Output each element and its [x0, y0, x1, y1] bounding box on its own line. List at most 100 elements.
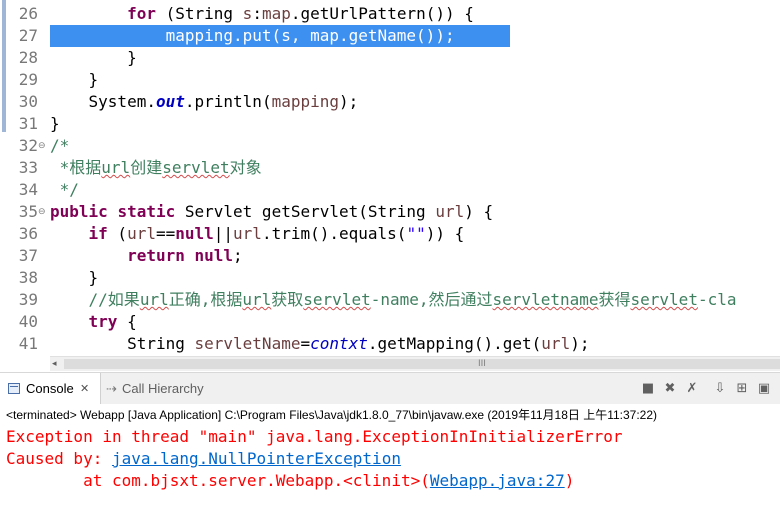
console-line: at com.bjsxt.server.Webapp.<clinit>(Weba… [6, 470, 574, 492]
code-token: null [194, 246, 234, 265]
code-text: System.out.println(mapping); [50, 91, 359, 113]
code-token: .println( [184, 92, 272, 111]
stack-frame-suffix: ) [564, 471, 575, 490]
code-line[interactable]: 36 if (url==null||url.trim().equals(""))… [0, 223, 780, 245]
pin-icon[interactable]: ⊞ [734, 381, 750, 397]
code-token: url [127, 224, 156, 243]
code-token: try [88, 312, 118, 331]
console-line: Caused by: java.lang.NullPointerExceptio… [6, 448, 401, 470]
code-line[interactable]: 34 */ [0, 179, 780, 201]
code-text: for (String s:map.getUrlPattern()) { [50, 3, 474, 25]
code-line[interactable]: 30 System.out.println(mapping); [0, 91, 780, 113]
code-token: ( [107, 224, 128, 243]
code-token: == [155, 224, 176, 243]
code-token: } [50, 70, 99, 89]
exception-link[interactable]: java.lang.NullPointerException [112, 449, 401, 468]
tab-console[interactable]: Console ✕ [0, 373, 101, 405]
line-number: 35 [18, 202, 38, 221]
tab-call-hierarchy-label: Call Hierarchy [122, 381, 204, 396]
code-token: contxt [310, 334, 368, 353]
code-token: mapping.put(s, map.getName()); [50, 26, 455, 45]
code-line[interactable]: 38 } [0, 267, 780, 289]
code-token: } [50, 48, 137, 67]
code-token: -cla [697, 290, 737, 309]
code-line[interactable]: 29 } [0, 69, 780, 91]
open-console-icon[interactable]: ▣ [756, 381, 772, 397]
code-token: servletname [492, 290, 599, 309]
scroll-lock-icon[interactable]: ⇩ [712, 381, 728, 397]
code-line[interactable]: 32 ⊖ /* [0, 135, 780, 157]
code-token: || [213, 224, 234, 243]
code-text: } [50, 113, 60, 135]
code-line[interactable]: 41 String servletName=contxt.getMapping(… [0, 333, 780, 355]
scroll-thumb[interactable] [64, 359, 780, 369]
code-token: s [242, 4, 253, 23]
line-number: 27 [18, 26, 38, 45]
code-text: try { [50, 311, 137, 333]
code-text: } [50, 47, 137, 69]
code-token: : [252, 4, 262, 23]
caused-by-label: Caused by: [6, 449, 112, 468]
line-number: 36 [18, 224, 38, 243]
line-number: 26 [18, 4, 38, 23]
code-token: .getUrlPattern()) { [290, 4, 474, 23]
remove-all-icon[interactable]: ✗ [684, 381, 700, 397]
code-text: mapping.put(s, map.getName()); [50, 25, 455, 47]
code-token: ); [339, 92, 359, 111]
code-text: return null; [50, 245, 243, 267]
tab-call-hierarchy[interactable]: ⇢ Call Hierarchy [102, 373, 232, 405]
scroll-left-arrow-icon[interactable]: ◂ [52, 357, 57, 371]
terminate-icon[interactable]: ■ [640, 381, 656, 397]
code-line[interactable]: 37 return null; [0, 245, 780, 267]
code-text: *根据url创建servlet对象 [50, 157, 262, 179]
code-line[interactable]: 28 } [0, 47, 780, 69]
close-icon[interactable]: ✕ [80, 373, 89, 405]
fold-toggle-icon[interactable]: ⊖ [38, 207, 46, 217]
code-token: String [50, 334, 195, 353]
code-token: public [50, 202, 108, 221]
code-line[interactable]: 40 try { [0, 311, 780, 333]
code-token: map [261, 4, 291, 23]
fold-toggle-icon[interactable]: ⊖ [38, 141, 46, 151]
horizontal-scrollbar[interactable]: ◂ III [50, 356, 780, 371]
remove-launch-icon[interactable]: ✖ [662, 381, 678, 397]
code-line[interactable]: 31} [0, 113, 780, 135]
code-line[interactable]: 35 ⊖ public static Servlet getServlet(Stri… [0, 201, 780, 223]
console-icon [8, 383, 20, 394]
code-token: ) { [464, 202, 494, 221]
code-token: return [127, 246, 185, 265]
console-output[interactable]: Exception in thread "main" java.lang.Exc… [0, 426, 780, 529]
line-number: 41 [18, 334, 38, 353]
code-token: url [242, 290, 272, 309]
code-text: //如果url正确,根据url获取servlet-name,然后通过servle… [50, 289, 737, 311]
scroll-grip-icon: III [478, 359, 486, 369]
line-number: 29 [18, 70, 38, 89]
line-number: 30 [18, 92, 38, 111]
line-number: 37 [18, 246, 38, 265]
code-line[interactable]: 33 *根据url创建servlet对象 [0, 157, 780, 179]
code-text: */ [50, 179, 79, 201]
code-editor[interactable]: 26 for (String s:map.getUrlPattern()) {2… [0, 0, 780, 356]
code-token: null [175, 224, 214, 243]
code-line[interactable]: 39 //如果url正确,根据url获取servlet-name,然后通过ser… [0, 289, 780, 311]
code-token: /* [50, 136, 70, 155]
line-number: 39 [18, 290, 38, 309]
code-line[interactable]: 26 for (String s:map.getUrlPattern()) { [0, 3, 780, 25]
code-token: Servlet getServlet(String [175, 202, 436, 221]
source-link[interactable]: Webapp.java:27 [430, 471, 565, 490]
code-token: url [139, 290, 169, 309]
code-text: /* [50, 135, 69, 157]
code-text: } [50, 69, 99, 91]
line-number: 33 [18, 158, 38, 177]
code-token: 对象 [229, 158, 262, 177]
code-token: 创建 [130, 158, 163, 177]
code-token: url [233, 224, 262, 243]
code-token: *根据 [50, 158, 102, 177]
code-token: for [127, 4, 156, 23]
code-line[interactable]: 27 mapping.put(s, map.getName()); [0, 25, 780, 47]
code-token: static [117, 202, 176, 221]
